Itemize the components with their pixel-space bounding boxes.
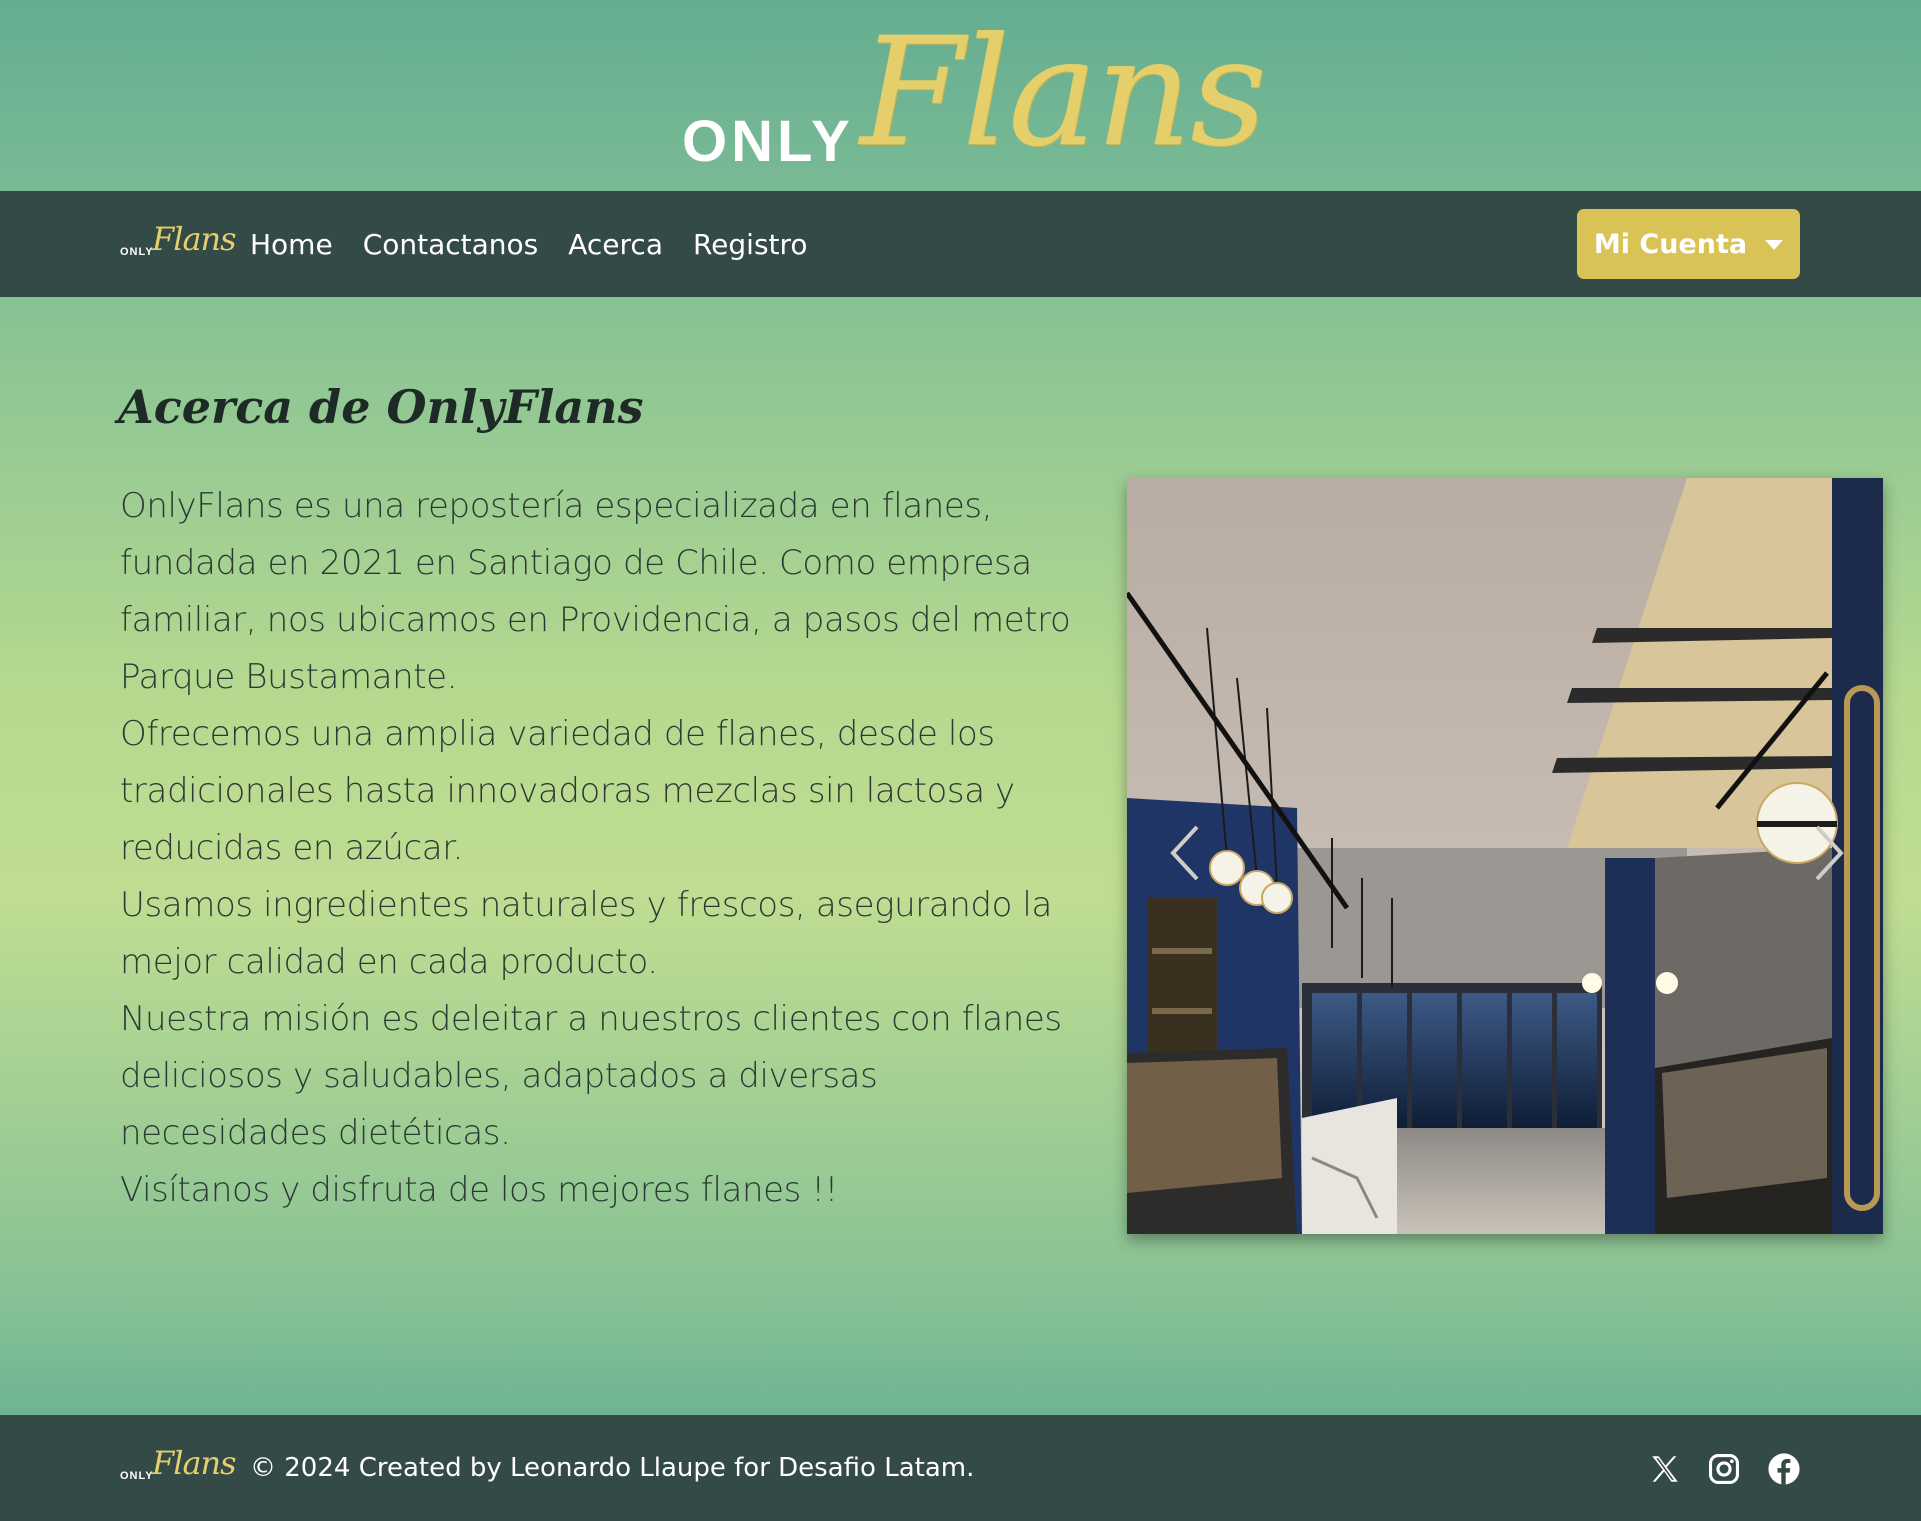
hero-header: ONLY Flans [0, 0, 1921, 191]
carousel-prev-button[interactable] [1157, 813, 1217, 893]
footer-brand-logo: ONLY Flans [120, 1444, 237, 1488]
account-button-label: Mi Cuenta [1593, 228, 1748, 260]
nav-link-registro[interactable]: Registro [693, 228, 808, 261]
footer: ONLY Flans © 2024 Created by Leonardo Ll… [0, 1415, 1921, 1521]
chevron-left-icon [1170, 825, 1199, 881]
x-icon[interactable] [1648, 1452, 1682, 1486]
logo-only-text: ONLY [120, 1470, 154, 1482]
facebook-icon[interactable] [1767, 1452, 1801, 1486]
about-paragraph: OnlyFlans es una repostería especializad… [120, 486, 1071, 697]
carousel-next-button[interactable] [1797, 813, 1857, 893]
about-paragraph: Ofrecemos una amplia variedad de flanes,… [120, 714, 1015, 868]
footer-copyright: © 2024 Created by Leonardo Llaupe for De… [250, 1453, 975, 1483]
store-interior-image [1127, 478, 1883, 1234]
caret-down-icon [1765, 240, 1784, 250]
image-carousel [1127, 478, 1883, 1234]
about-paragraph: Nuestra misión es deleitar a nuestros cl… [120, 999, 1062, 1153]
logo-only-text: ONLY [120, 246, 154, 258]
nav-links: Home Contactanos Acerca Registro [250, 191, 838, 297]
nav-link-home[interactable]: Home [250, 228, 333, 261]
logo-flans-text: Flans [860, 6, 1267, 180]
about-paragraph: Usamos ingredientes naturales y frescos,… [120, 885, 1052, 982]
about-paragraph: Visítanos y disfruta de los mejores flan… [120, 1170, 838, 1210]
page-title: Acerca de OnlyFlans [118, 380, 644, 434]
logo-flans-text: Flans [152, 220, 237, 258]
brand-logo-large: ONLY Flans [670, 6, 1267, 190]
navbar: ONLY Flans Home Contactanos Acerca Regis… [0, 191, 1921, 297]
logo-only-text: ONLY [682, 109, 854, 174]
logo-flans-text: Flans [152, 1444, 237, 1482]
chevron-right-icon [1815, 825, 1844, 881]
account-dropdown-button[interactable]: Mi Cuenta [1577, 209, 1800, 279]
about-description: OnlyFlans es una repostería especializad… [120, 478, 1085, 1219]
navbar-brand-logo[interactable]: ONLY Flans [120, 220, 237, 264]
nav-link-acerca[interactable]: Acerca [568, 228, 663, 261]
nav-link-contactanos[interactable]: Contactanos [363, 228, 539, 261]
instagram-icon[interactable] [1707, 1452, 1741, 1486]
